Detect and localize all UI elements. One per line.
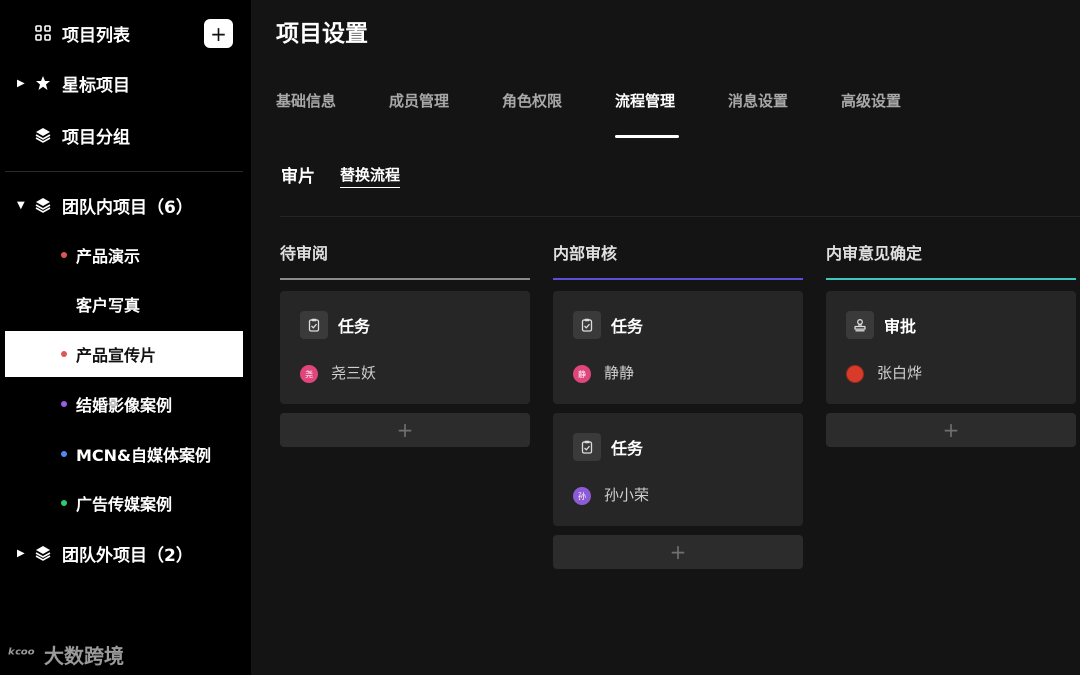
sidebar-item-label: 项目分组 [62,127,130,148]
project-item-active[interactable]: 产品宣传片 [5,331,243,377]
active-tab-indicator [615,135,679,138]
watermark-logo: ᵏᶜᵒᵒ [8,645,35,664]
divider [280,216,1080,217]
status-dot [61,351,67,357]
watermark: ᵏᶜᵒᵒ 大数跨境 [8,640,124,669]
layers-icon [34,126,52,144]
project-label: 广告传媒案例 [76,495,173,514]
workflow-column: 内审意见确定 审批 张白烨 + [826,241,1076,447]
card-title: 审批 [884,317,917,336]
sidebar-item-label: 项目列表 [62,25,130,46]
project-label: 结婚影像案例 [76,396,173,415]
project-label: 产品宣传片 [76,346,157,365]
column-color-bar [826,278,1076,280]
grid-icon [34,24,52,42]
project-label: 客户写真 [76,296,141,315]
avatar: 孙 [573,487,591,505]
column-color-bar [280,278,530,280]
status-dot [61,401,67,407]
status-dot [61,500,67,506]
project-item[interactable]: 广告传媒案例 [5,480,243,526]
sidebar-item-team-outer[interactable]: ▶ 团队外项目（2） [0,531,251,575]
tab-roles[interactable]: 角色权限 [502,90,562,111]
project-item[interactable]: 结婚影像案例 [5,381,243,427]
caret-right-icon[interactable]: ▶ [17,78,27,89]
project-item[interactable]: 客户写真 [5,281,243,327]
add-card-button[interactable]: + [553,535,803,569]
stamp-icon [846,311,874,339]
watermark-text: 大数跨境 [44,644,125,668]
sidebar: 项目列表 + ▶ 星标项目 项目分组 ▼ 团队内项目（6） 产品演示 客户写真 … [0,0,251,675]
project-item[interactable]: 产品演示 [5,232,243,278]
workflow-column: 待审阅 任务 尧 尧三妖 + [280,241,530,447]
sidebar-item-label: 星标项目 [62,75,130,96]
assignee-name: 尧三妖 [331,364,377,382]
assignee-name: 张白烨 [877,364,923,382]
column-title: 待审阅 [280,244,329,263]
column-title: 内部审核 [553,244,618,263]
caret-right-icon[interactable]: ▶ [17,548,27,559]
clipboard-icon [573,311,601,339]
tab-workflow[interactable]: 流程管理 [615,90,675,111]
avatar: 尧 [300,365,318,383]
sidebar-item-starred[interactable]: ▶ 星标项目 [0,61,251,105]
status-dot [61,451,67,457]
approval-card[interactable]: 审批 张白烨 [826,291,1076,404]
subtab-replace-flow[interactable]: 替换流程 [340,164,401,188]
task-card[interactable]: 任务 孙 孙小荣 [553,413,803,526]
assignee-name: 孙小荣 [604,486,650,504]
page-title: 项目设置 [276,21,368,47]
clipboard-icon [573,433,601,461]
clipboard-icon [300,311,328,339]
sidebar-item-team-inner[interactable]: ▼ 团队内项目（6） [0,183,251,227]
column-color-bar [553,278,803,280]
column-title: 内审意见确定 [826,244,923,263]
layers-icon [34,196,52,214]
add-card-button[interactable]: + [280,413,530,447]
task-card[interactable]: 任务 静 静静 [553,291,803,404]
sidebar-item-groups[interactable]: 项目分组 [0,113,251,157]
card-title: 任务 [611,439,644,458]
main-panel: 项目设置 基础信息 成员管理 角色权限 流程管理 消息设置 高级设置 审片 替换… [251,0,1080,675]
layers-icon [34,544,52,562]
avatar [846,365,864,383]
workflow-column: 内部审核 任务 静 静静 任务 孙 孙小荣 + [553,241,803,569]
sidebar-item-label: 团队内项目（6） [62,197,193,218]
card-title: 任务 [611,317,644,336]
tab-notifications[interactable]: 消息设置 [728,90,788,111]
avatar: 静 [573,365,591,383]
project-item[interactable]: MCN&自媒体案例 [5,431,243,477]
task-card[interactable]: 任务 尧 尧三妖 [280,291,530,404]
add-card-button[interactable]: + [826,413,1076,447]
caret-down-icon[interactable]: ▼ [17,200,27,211]
project-label: MCN&自媒体案例 [76,446,212,465]
status-dot [61,252,67,258]
card-title: 任务 [338,317,371,336]
sidebar-divider [5,171,243,172]
add-project-button[interactable]: + [204,19,233,48]
tab-basic-info[interactable]: 基础信息 [276,90,336,111]
assignee-name: 静静 [604,364,635,382]
star-icon [34,74,52,92]
subtab-review[interactable]: 审片 [281,162,315,187]
project-label: 产品演示 [76,247,141,266]
tab-members[interactable]: 成员管理 [389,90,449,111]
sidebar-item-label: 团队外项目（2） [62,545,193,566]
tab-advanced[interactable]: 高级设置 [841,90,901,111]
